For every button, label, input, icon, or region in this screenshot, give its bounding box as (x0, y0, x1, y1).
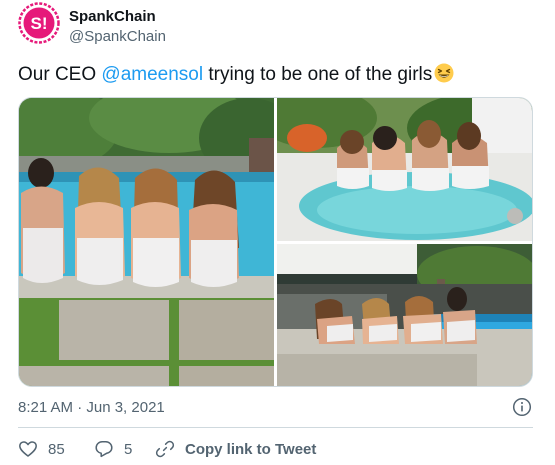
photo-pool-lying[interactable] (277, 244, 532, 386)
tweet-text-after: trying to be one of the girls (203, 64, 433, 85)
copy-link-label: Copy link to Tweet (185, 440, 317, 458)
author-avatar[interactable]: S! (18, 2, 60, 44)
svg-text:S!: S! (31, 14, 48, 33)
reply-button[interactable]: 5 (94, 438, 132, 460)
mention-link[interactable]: @ameensol (101, 64, 203, 85)
like-button[interactable]: 85 (18, 438, 65, 460)
author-handle[interactable]: @SpankChain (69, 28, 166, 45)
spankchain-logo-icon: S! (18, 2, 60, 44)
divider (18, 427, 533, 428)
reply-icon (95, 441, 113, 458)
tweet-text-before: Our CEO (18, 64, 102, 85)
copy-link-button[interactable]: Copy link to Tweet (155, 438, 316, 460)
heart-icon (19, 441, 37, 457)
info-icon[interactable] (512, 397, 532, 417)
tweet-text: Our CEO @ameensol trying to be one of th… (18, 63, 454, 87)
media-grid (18, 97, 533, 387)
like-count: 85 (48, 440, 65, 458)
tweet-card: S! SpankChain @SpankChain Our CEO @ameen… (0, 0, 555, 465)
tweet-timestamp[interactable]: 8:21 AM · Jun 3, 2021 (18, 399, 165, 416)
grinning-squinting-face-icon (434, 63, 454, 83)
reply-count: 5 (124, 440, 133, 458)
author-name[interactable]: SpankChain (69, 8, 156, 25)
link-icon (155, 440, 175, 458)
photo-pool-edge[interactable] (19, 98, 274, 386)
photo-hot-tub[interactable] (277, 98, 532, 241)
